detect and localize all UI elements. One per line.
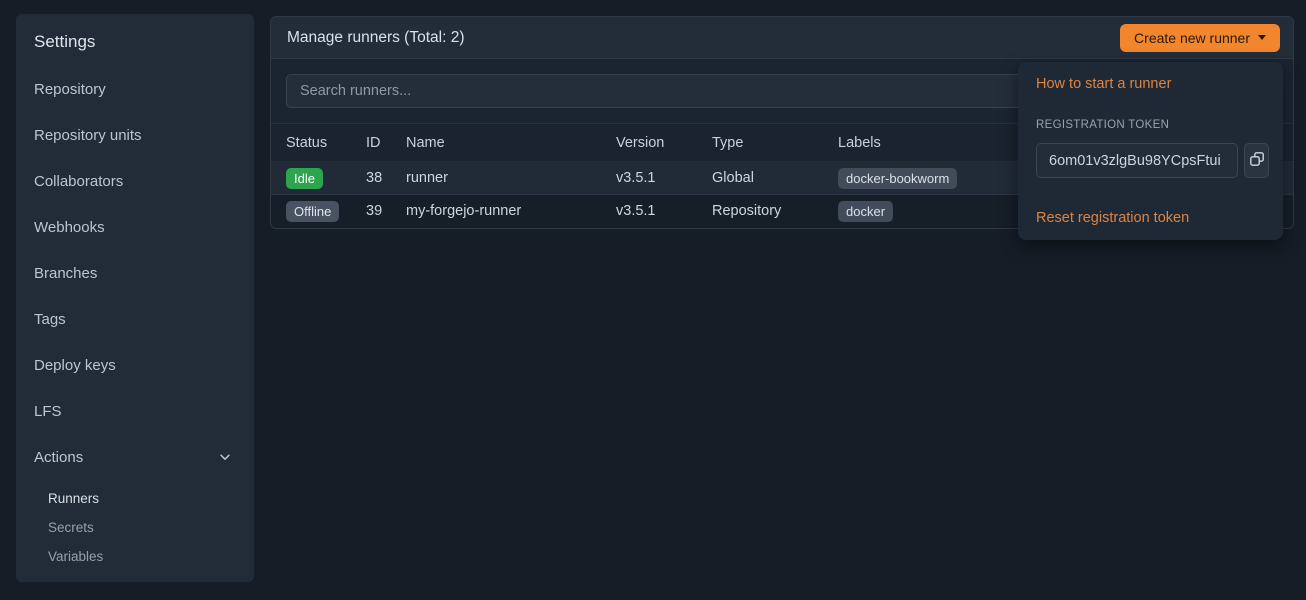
actions-sub-list: Runners Secrets Variables [34, 484, 236, 571]
page-title: Manage runners (Total: 2) [287, 29, 464, 47]
sidebar-item-runners[interactable]: Runners [34, 484, 236, 513]
registration-token-label: REGISTRATION TOKEN [1036, 119, 1269, 131]
chevron-down-icon [218, 450, 232, 464]
panel-header: Manage runners (Total: 2) Create new run… [271, 17, 1293, 59]
status-badge: Offline [286, 201, 339, 222]
column-header-id: ID [366, 124, 406, 162]
create-new-runner-button[interactable]: Create new runner [1120, 24, 1280, 52]
column-header-version: Version [616, 124, 712, 162]
sidebar-item-webhooks[interactable]: Webhooks [34, 204, 236, 250]
runner-id: 38 [366, 162, 406, 195]
sidebar-item-collaborators[interactable]: Collaborators [34, 158, 236, 204]
column-header-type: Type [712, 124, 838, 162]
settings-sidebar: Settings Repository Repository units Col… [16, 14, 254, 582]
column-header-name: Name [406, 124, 616, 162]
runner-name: runner [406, 162, 616, 195]
runner-version: v3.5.1 [616, 195, 712, 228]
runner-label-chip: docker-bookworm [838, 168, 957, 189]
sidebar-title: Settings [34, 30, 236, 54]
sidebar-item-variables[interactable]: Variables [34, 542, 236, 571]
runner-label-chip: docker [838, 201, 893, 222]
runner-name: my-forgejo-runner [406, 195, 616, 228]
how-to-start-runner-link[interactable]: How to start a runner [1036, 76, 1171, 92]
status-badge: Idle [286, 168, 323, 189]
caret-down-icon [1258, 35, 1266, 40]
column-header-status: Status [271, 124, 366, 162]
sidebar-item-actions[interactable]: Actions [34, 434, 236, 480]
sidebar-item-tags[interactable]: Tags [34, 296, 236, 342]
sidebar-item-deploy-keys[interactable]: Deploy keys [34, 342, 236, 388]
sidebar-item-lfs[interactable]: LFS [34, 388, 236, 434]
runner-type: Repository [712, 195, 838, 228]
sidebar-item-branches[interactable]: Branches [34, 250, 236, 296]
registration-token-dropdown: How to start a runner REGISTRATION TOKEN… [1018, 62, 1283, 240]
copy-token-button[interactable] [1244, 143, 1269, 178]
token-row [1036, 143, 1269, 178]
reset-registration-token-link[interactable]: Reset registration token [1036, 210, 1189, 226]
runner-version: v3.5.1 [616, 162, 712, 195]
runner-id: 39 [366, 195, 406, 228]
sidebar-item-repository[interactable]: Repository [34, 66, 236, 112]
sidebar-item-secrets[interactable]: Secrets [34, 513, 236, 542]
registration-token-input[interactable] [1036, 143, 1238, 178]
sidebar-item-repository-units[interactable]: Repository units [34, 112, 236, 158]
copy-icon [1249, 151, 1265, 170]
runner-type: Global [712, 162, 838, 195]
sidebar-nav-list: Repository Repository units Collaborator… [34, 66, 236, 480]
